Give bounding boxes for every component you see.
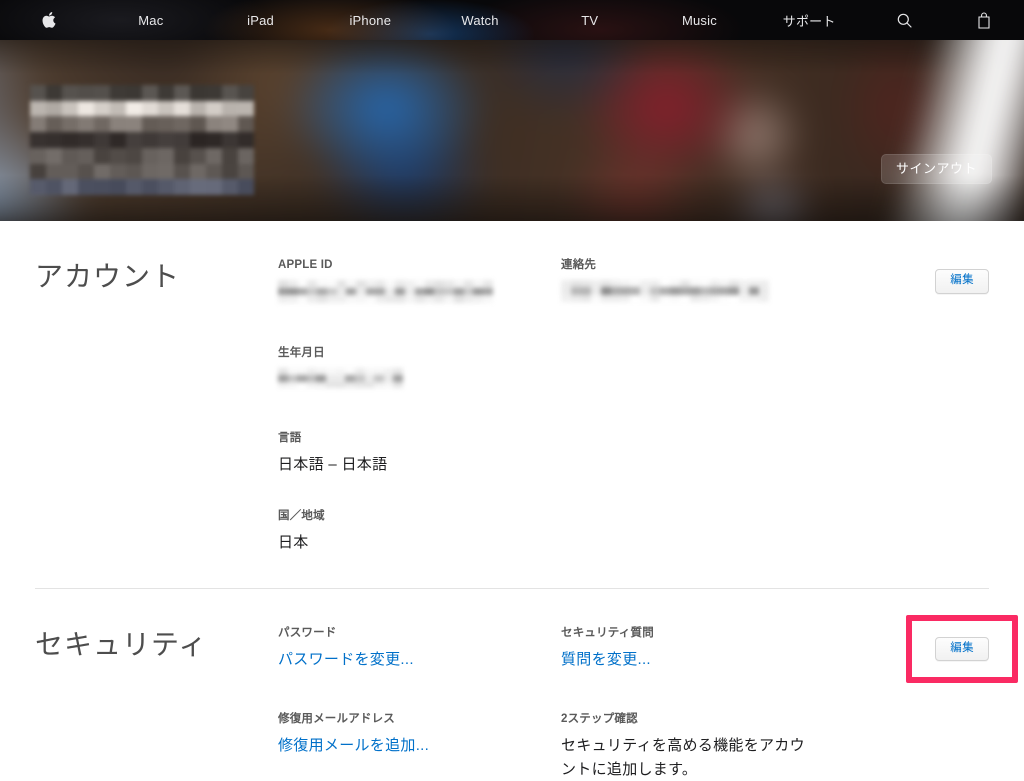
- apple-logo-icon[interactable]: [0, 11, 96, 29]
- nav-label: iPad: [247, 12, 274, 28]
- field-contact: 連絡先: [561, 257, 861, 303]
- account-section-title: アカウント: [35, 261, 181, 292]
- field-apple-id: APPLE ID: [278, 257, 561, 304]
- nav-item-watch[interactable]: Watch: [425, 13, 535, 28]
- two-step-description: セキュリティを高める機能をアカウントに追加します。: [561, 737, 805, 778]
- field-label: APPLE ID: [278, 259, 333, 271]
- field-language: 言語 日本語 – 日本語: [278, 430, 561, 476]
- shopping-bag-icon[interactable]: [944, 11, 1024, 29]
- security-section: セキュリティ パスワード パスワードを変更... 修復用メールアドレス 修復用メ…: [0, 589, 1024, 781]
- sign-out-button[interactable]: サインアウト: [880, 154, 992, 184]
- nav-item-music[interactable]: Music: [645, 13, 755, 28]
- field-label: パスワード: [278, 626, 337, 639]
- field-value: 日本: [278, 533, 309, 551]
- account-column-right: 連絡先: [561, 257, 861, 554]
- security-column-left: パスワード パスワードを変更... 修復用メールアドレス 修復用メールを追加..…: [278, 625, 561, 781]
- field-two-step-verification: 2ステップ確認 セキュリティを高める機能をアカウントに追加します。 利用を始める…: [561, 711, 861, 781]
- field-password: パスワード パスワードを変更...: [278, 625, 561, 671]
- nav-label: サポート: [782, 13, 836, 29]
- field-label: 2ステップ確認: [561, 713, 638, 726]
- security-column-right: セキュリティ質問 質問を変更... 2ステップ確認 セキュリティを高める機能をア…: [561, 625, 861, 781]
- field-label: 言語: [278, 432, 302, 445]
- field-label: セキュリティ質問: [561, 626, 654, 639]
- redacted-apple-id-value: [278, 280, 493, 304]
- account-edit-button[interactable]: 編集: [935, 269, 989, 294]
- nav-label: TV: [581, 12, 599, 28]
- nav-item-mac[interactable]: Mac: [96, 13, 206, 28]
- nav-label: iPhone: [349, 12, 392, 28]
- search-icon[interactable]: [864, 13, 944, 28]
- nav-label: Music: [681, 12, 717, 28]
- hero-top-shade: [0, 40, 1024, 74]
- nav-item-iphone[interactable]: iPhone: [315, 13, 425, 28]
- account-column-left: APPLE ID 生年月日 言語 日本語 – 日本語 国／地域 日本: [278, 257, 561, 554]
- nav-item-ipad[interactable]: iPad: [206, 13, 316, 28]
- account-content: アカウント APPLE ID 生年月日 言語 日本語 – 日本語 国／地域 日本…: [0, 221, 1024, 781]
- change-questions-link[interactable]: 質問を変更...: [561, 648, 651, 671]
- global-nav: Mac iPad iPhone Watch TV Music サポート: [0, 0, 1024, 40]
- nav-item-support[interactable]: サポート: [754, 11, 864, 30]
- field-security-questions: セキュリティ質問 質問を変更...: [561, 625, 861, 671]
- field-label: 国／地域: [278, 509, 325, 522]
- security-section-title: セキュリティ: [35, 628, 208, 660]
- security-edit-button[interactable]: 編集: [935, 636, 989, 662]
- field-rescue-email: 修復用メールアドレス 修復用メールを追加...: [278, 711, 561, 757]
- field-birthday: 生年月日: [278, 345, 561, 389]
- change-password-link[interactable]: パスワードを変更...: [278, 648, 414, 671]
- add-rescue-email-link[interactable]: 修復用メールを追加...: [278, 734, 429, 757]
- nav-item-tv[interactable]: TV: [535, 13, 645, 28]
- field-label: 生年月日: [278, 347, 325, 360]
- field-country: 国／地域 日本: [278, 508, 561, 554]
- field-value: 日本語 – 日本語: [278, 456, 388, 474]
- account-section: アカウント APPLE ID 生年月日 言語 日本語 – 日本語 国／地域 日本…: [0, 221, 1024, 588]
- redacted-birthday-value: [278, 368, 403, 389]
- account-hero-banner: サインアウト: [0, 40, 1024, 221]
- nav-label: Mac: [138, 12, 164, 28]
- redacted-account-name: [30, 85, 254, 195]
- nav-label: Watch: [461, 12, 499, 28]
- field-label: 連絡先: [561, 259, 597, 271]
- field-label: 修復用メールアドレス: [278, 713, 395, 726]
- redacted-contact-value: [561, 280, 769, 303]
